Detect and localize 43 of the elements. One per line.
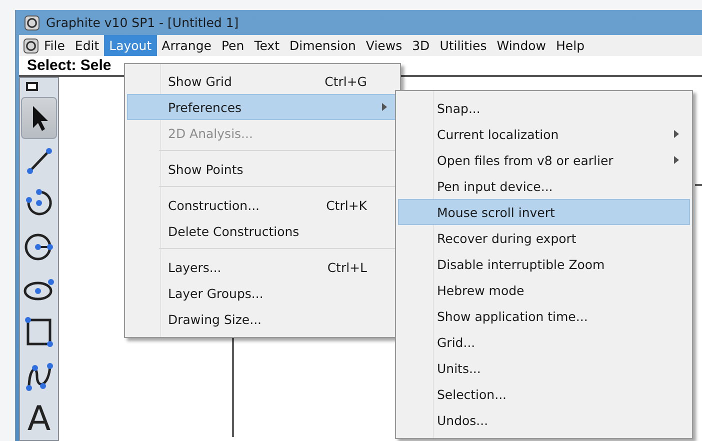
menu-item[interactable]: Show Grid Ctrl+G xyxy=(127,68,398,94)
menu-item[interactable]: Pen input device... xyxy=(398,173,690,199)
menu-item[interactable]: Current localization xyxy=(398,121,690,147)
submenu-arrow-icon xyxy=(674,130,679,138)
menu-item[interactable]: Selection... xyxy=(398,381,690,407)
menu-bar-item[interactable]: Utilities xyxy=(434,35,492,56)
menu-item[interactable]: Show application time... xyxy=(398,303,690,329)
palette-toggle-icon[interactable] xyxy=(26,82,38,91)
menu-item[interactable]: Show Points xyxy=(127,156,398,182)
submenu-arrow-icon xyxy=(674,156,679,164)
menu-item[interactable]: Preferences xyxy=(127,94,398,120)
app-icon xyxy=(23,38,39,54)
menu-bar-item[interactable]: File xyxy=(39,35,70,56)
menu-item[interactable]: Undos... xyxy=(398,407,690,433)
app-icon xyxy=(24,14,40,31)
menu-item[interactable]: Layers... Ctrl+L xyxy=(127,254,398,280)
text-tool-button[interactable]: A xyxy=(21,398,57,440)
menu-item[interactable]: Hebrew mode xyxy=(398,277,690,303)
menu-bar-item[interactable]: Text xyxy=(249,35,284,56)
menu-bar-item[interactable]: Layout xyxy=(104,35,157,56)
menu-item[interactable]: Open files from v8 or earlier xyxy=(398,147,690,173)
menu-item[interactable]: Snap... xyxy=(398,95,690,121)
window-title: Graphite v10 SP1 - [Untitled 1] xyxy=(46,15,239,30)
menu-item[interactable]: Disable interruptible Zoom xyxy=(398,251,690,277)
menu-bar-item[interactable]: Views xyxy=(360,35,408,56)
prompt-text: Select: Sele xyxy=(27,57,112,74)
menu-bar-item[interactable]: Help xyxy=(551,35,590,56)
menu-item[interactable]: Grid... xyxy=(398,329,690,355)
menu-bar-item[interactable]: Edit xyxy=(70,35,104,56)
menu-item[interactable]: Units... xyxy=(398,355,690,381)
menu-item[interactable]: Mouse scroll invert xyxy=(398,199,690,225)
menu-item[interactable]: Drawing Size... xyxy=(127,306,398,332)
menu-bar-item[interactable]: Window xyxy=(492,35,552,56)
menu-bar-item[interactable]: Pen xyxy=(216,35,250,56)
submenu-arrow-icon xyxy=(382,103,387,111)
menu-bar-item[interactable]: 3D xyxy=(407,35,435,56)
menu-item[interactable]: Delete Constructions xyxy=(127,218,398,244)
menu-bar-item[interactable]: Arrange xyxy=(156,35,216,56)
menu-item[interactable]: Recover during export xyxy=(398,225,690,251)
menu-item[interactable]: Layer Groups... xyxy=(127,280,398,306)
tool-button[interactable] xyxy=(21,97,57,139)
menu-item[interactable]: Construction... Ctrl+K xyxy=(127,192,398,218)
menu-bar-item[interactable]: Dimension xyxy=(284,35,361,56)
